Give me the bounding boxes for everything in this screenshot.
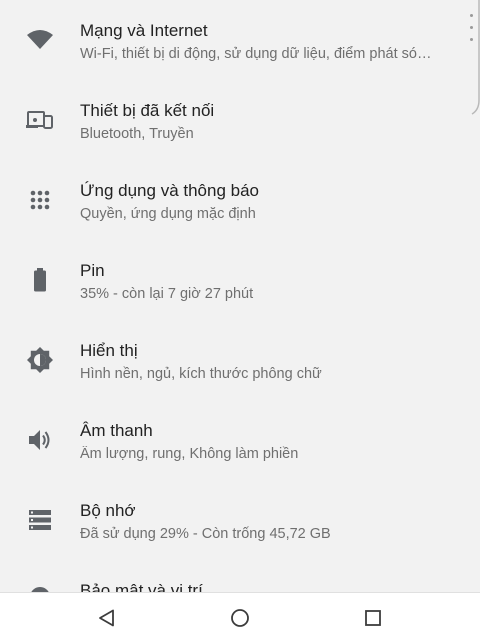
settings-item-connected-devices[interactable]: Thiết bị đã kết nối Bluetooth, Truyền [0, 80, 470, 160]
settings-item-network[interactable]: Mạng và Internet Wi-Fi, thiết bị di động… [0, 0, 470, 80]
settings-item-subtitle: Âm lượng, rung, Không làm phiền [80, 446, 299, 462]
overflow-dot [470, 38, 473, 41]
settings-item-title: Bộ nhớ [80, 501, 136, 520]
settings-item-title: Thiết bị đã kết nối [80, 101, 215, 120]
settings-item-subtitle: Bluetooth, Truyền [80, 126, 194, 142]
settings-item-subtitle: Đã sử dụng 29% - Còn trống 45,72 GB [80, 526, 331, 542]
settings-item-subtitle: 35% - còn lại 7 giờ 27 phút [80, 286, 254, 302]
settings-item-title: Âm thanh [80, 421, 153, 440]
recents-button[interactable] [343, 593, 403, 642]
connected-devices-icon [24, 80, 56, 160]
settings-item-security[interactable]: Bảo mật và vị trí [0, 560, 470, 592]
wifi-icon [24, 0, 56, 80]
back-icon [99, 609, 114, 627]
settings-item-apps[interactable]: Ứng dụng và thông báo Quyền, ứng dụng mặ… [0, 160, 470, 240]
settings-item-battery[interactable]: Pin 35% - còn lại 7 giờ 27 phút [0, 240, 470, 320]
settings-item-display[interactable]: Hiển thị Hình nền, ngủ, kích thước phông… [0, 320, 470, 400]
apps-grid-icon [24, 160, 56, 240]
settings-list[interactable]: Mạng và Internet Wi-Fi, thiết bị di động… [0, 0, 480, 592]
settings-item-subtitle: Hình nền, ngủ, kích thước phông chữ [80, 366, 322, 382]
storage-icon [24, 480, 56, 560]
settings-item-storage[interactable]: Bộ nhớ Đã sử dụng 29% - Còn trống 45,72 … [0, 480, 470, 560]
settings-item-sound[interactable]: Âm thanh Âm lượng, rung, Không làm phiền [0, 400, 470, 480]
volume-icon [24, 400, 56, 480]
battery-icon [24, 240, 56, 320]
settings-item-subtitle: Quyền, ứng dụng mặc định [80, 206, 256, 222]
settings-item-title: Bảo mật và vị trí [80, 581, 203, 592]
location-icon [24, 560, 56, 592]
settings-item-title: Pin [80, 261, 105, 280]
back-button[interactable] [77, 593, 137, 642]
settings-item-title: Mạng và Internet [80, 21, 208, 40]
navigation-bar [0, 592, 480, 642]
recents-icon [365, 610, 381, 626]
settings-item-title: Ứng dụng và thông báo [80, 181, 259, 200]
settings-item-title: Hiển thị [80, 341, 138, 360]
home-icon [231, 609, 249, 627]
scrollbar-edge[interactable] [468, 0, 480, 118]
overflow-dot [470, 26, 473, 29]
settings-item-subtitle: Wi-Fi, thiết bị di động, sử dụng dữ liệu… [80, 46, 432, 62]
overflow-dot [470, 14, 473, 17]
brightness-icon [24, 320, 56, 400]
settings-screen: Mạng và Internet Wi-Fi, thiết bị di động… [0, 0, 480, 642]
home-button[interactable] [210, 593, 270, 642]
